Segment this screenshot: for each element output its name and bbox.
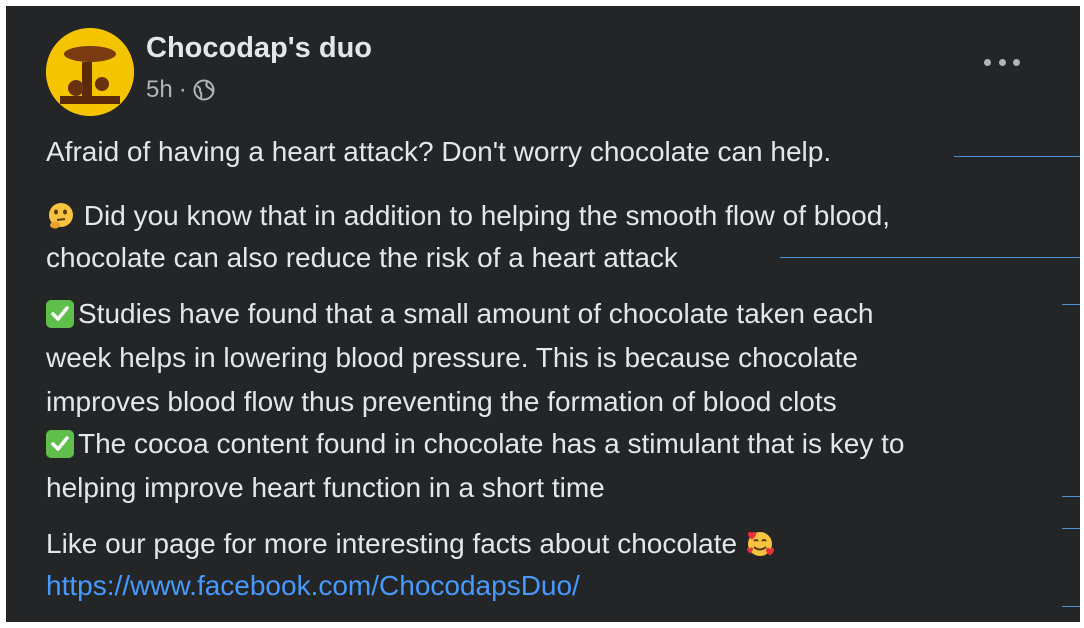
paragraph-4-text-a: The cocoa content found in chocolate has…	[78, 428, 905, 459]
author-name[interactable]: Chocodap's duo	[146, 32, 372, 65]
annotation-line	[1062, 496, 1080, 497]
meta-separator: ·	[178, 76, 187, 103]
post-paragraph-2-line-2: chocolate can also reduce the risk of a …	[46, 242, 678, 273]
post-paragraph-2-line-1: Did you know that in addition to helping…	[46, 194, 890, 238]
page-avatar[interactable]	[46, 28, 134, 116]
smiling-face-with-hearts-emoji-icon	[746, 531, 774, 556]
paragraph-5-text: Like our page for more interesting facts…	[46, 528, 738, 559]
post-time[interactable]: 5h	[146, 76, 173, 104]
post-paragraph-4-line-1: The cocoa content found in chocolate has…	[46, 422, 905, 466]
annotation-line	[1062, 528, 1080, 529]
post-card: Chocodap's duo 5h · Afraid of having a h…	[6, 6, 1080, 622]
check-mark-emoji-icon	[46, 430, 74, 458]
avatar-logo-icon	[46, 28, 134, 116]
paragraph-3-text-a: Studies have found that a small amount o…	[78, 298, 874, 329]
page-link[interactable]: https://www.facebook.com/ChocodapsDuo/	[46, 564, 580, 608]
thinking-face-emoji-icon	[49, 203, 73, 229]
more-dot	[984, 58, 991, 66]
post-paragraph-1: Afraid of having a heart attack? Don't w…	[46, 136, 832, 167]
more-dot	[1013, 58, 1020, 66]
annotation-line	[954, 156, 1080, 157]
annotation-line	[1062, 606, 1080, 607]
check-mark-emoji-icon	[46, 300, 74, 328]
more-dot	[998, 58, 1006, 66]
globe-icon[interactable]	[193, 79, 215, 101]
post-paragraph-3-line-1: Studies have found that a small amount o…	[46, 292, 873, 336]
annotation-line	[1062, 304, 1080, 305]
paragraph-2-text-a: Did you know that in addition to helping…	[83, 200, 891, 231]
post-paragraph-3-line-3: improves blood flow thus preventing the …	[46, 386, 837, 417]
post-paragraph-3-line-2: week helps in lowering blood pressure. T…	[46, 342, 858, 373]
annotation-line	[780, 257, 1080, 258]
more-options-icon[interactable]	[984, 54, 1020, 70]
post-paragraph-5: Like our page for more interesting facts…	[46, 522, 775, 566]
post-meta: 5h ·	[146, 76, 215, 104]
post-paragraph-4-line-2: helping improve heart function in a shor…	[46, 472, 605, 503]
